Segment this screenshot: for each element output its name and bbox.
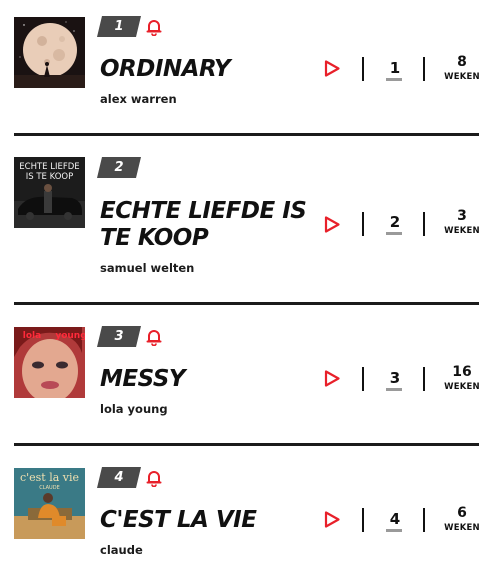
weeks-count: 16 — [452, 364, 472, 380]
song-title[interactable]: MESSY — [100, 366, 315, 393]
play-icon[interactable] — [324, 60, 340, 77]
divider-line — [362, 508, 364, 532]
previous-rank-underline — [386, 232, 402, 235]
chart-entry: c'est la vie CLAUDE 4 C'EST LA VIE claud… — [0, 446, 495, 582]
weeks-count: 3 — [457, 208, 467, 224]
previous-rank: 3 — [389, 369, 401, 387]
previous-rank-underline — [386, 529, 402, 532]
cover-title: c'est la vie — [20, 471, 79, 484]
artist-name[interactable]: samuel welten — [100, 261, 194, 275]
previous-rank: 2 — [389, 213, 401, 231]
divider-line — [362, 367, 364, 391]
divider-line — [423, 367, 425, 391]
song-title[interactable]: ECHTE LIEFDE IS TE KOOP — [100, 198, 315, 252]
cover-text: lola — [23, 331, 41, 341]
weeks-label: WEKEN — [444, 226, 480, 236]
weeks-label: WEKEN — [444, 523, 480, 533]
rank-badge: 4 — [97, 467, 141, 488]
weeks-label: WEKEN — [444, 382, 480, 392]
rank-number: 2 — [114, 160, 124, 175]
cover-art-echte-liefde[interactable]: ECHTE LIEFDE IS TE KOOP — [14, 157, 85, 228]
chart-list: 1 ORDINARY alex warren 1 8 WEKEN ECHTE L… — [0, 0, 495, 582]
rank-badge: 2 — [97, 157, 141, 178]
song-title[interactable]: C'EST LA VIE — [100, 507, 315, 534]
artist-name[interactable]: lola young — [100, 402, 168, 416]
artist-name[interactable]: claude — [100, 543, 143, 557]
previous-rank: 4 — [389, 510, 401, 528]
bell-icon[interactable] — [146, 18, 162, 36]
divider-line — [423, 508, 425, 532]
weeks-count: 6 — [457, 505, 467, 521]
previous-rank-underline — [386, 78, 402, 81]
previous-rank: 1 — [389, 59, 401, 77]
cover-art-ordinary[interactable] — [14, 17, 85, 88]
divider-line — [362, 57, 364, 81]
cover-text-line-1: ECHTE LIEFDE — [19, 162, 79, 172]
weeks-count: 8 — [457, 54, 467, 70]
play-icon[interactable] — [324, 370, 340, 387]
chart-entry: lola young 3 MESSY lola young 3 16 WEKEN — [0, 305, 495, 446]
divider-line — [423, 212, 425, 236]
divider-line — [362, 212, 364, 236]
chart-entry: 1 ORDINARY alex warren 1 8 WEKEN — [0, 0, 495, 136]
rank-number: 4 — [114, 470, 124, 485]
play-icon[interactable] — [324, 511, 340, 528]
cover-artist: CLAUDE — [39, 485, 59, 491]
cover-art-messy[interactable]: lola young — [14, 327, 85, 398]
weeks-label: WEKEN — [444, 72, 480, 82]
cover-art-cest-la-vie[interactable]: c'est la vie CLAUDE — [14, 468, 85, 539]
rank-number: 3 — [114, 329, 124, 344]
bell-icon[interactable] — [146, 469, 162, 487]
chart-entry: ECHTE LIEFDE IS TE KOOP 2 ECHTE LIEFDE I… — [0, 136, 495, 305]
previous-rank-underline — [386, 388, 402, 391]
rank-number: 1 — [114, 19, 124, 34]
rank-badge: 3 — [97, 326, 141, 347]
bell-icon[interactable] — [146, 328, 162, 346]
cover-text-line-2: IS TE KOOP — [26, 172, 74, 182]
rank-badge: 1 — [97, 16, 141, 37]
play-icon[interactable] — [324, 216, 340, 233]
artist-name[interactable]: alex warren — [100, 92, 177, 106]
svg-text:young: young — [55, 331, 85, 341]
song-title[interactable]: ORDINARY — [100, 56, 315, 83]
divider-line — [423, 57, 425, 81]
